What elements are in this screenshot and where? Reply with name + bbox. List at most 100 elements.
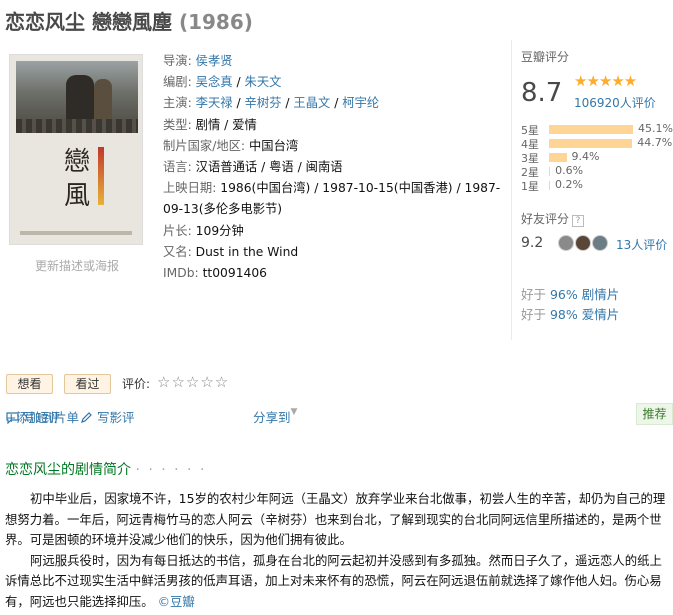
share-link[interactable]: 分享到 bbox=[253, 410, 291, 425]
dist-bar bbox=[549, 181, 550, 190]
aka-row: 又名: Dust in the Wind bbox=[163, 242, 503, 263]
better-pct: 96% bbox=[549, 287, 578, 302]
tools-row: 写短评 写影评 +添加到片单 分享到 ▼ bbox=[6, 407, 297, 426]
rating-count-link[interactable]: 106920人评价 bbox=[574, 94, 656, 111]
dist-bar bbox=[549, 139, 633, 148]
dist-pct: 44.7% bbox=[637, 136, 673, 149]
rating-score: 8.7 bbox=[521, 78, 563, 108]
dist-pct: 45.1% bbox=[638, 122, 673, 135]
country-value: 中国台湾 bbox=[249, 138, 299, 153]
friends-label-text: 好友评分 bbox=[521, 212, 570, 226]
dist-pct: 9.4% bbox=[571, 150, 600, 163]
dist-label: 1星 bbox=[521, 180, 539, 193]
release-label: 上映日期: bbox=[163, 181, 217, 196]
dist-pct: 0.6% bbox=[555, 164, 584, 177]
genre-value: 剧情 / 爱情 bbox=[195, 117, 257, 132]
aka-value: Dust in the Wind bbox=[195, 244, 299, 259]
page-title: 恋恋风尘 戀戀風塵 (1986) bbox=[5, 6, 253, 35]
summary-paragraph: 阿远服兵役时，因为有每日抵达的书信，孤身在台北的阿云起初并没感到有多孤独。然而日… bbox=[5, 551, 670, 613]
friends-score: 9.2 bbox=[521, 235, 544, 251]
douban-rating-label: 豆瓣评分 bbox=[521, 50, 570, 64]
write-review-link[interactable]: 写影评 bbox=[97, 410, 135, 425]
writer-link[interactable]: 吴念真 bbox=[196, 75, 233, 89]
genre-row: 类型: 剧情 / 爱情 bbox=[163, 115, 503, 136]
imdb-value[interactable]: tt0091406 bbox=[203, 266, 267, 280]
writer-row: 编剧: 吴念真 / 朱天文 bbox=[163, 75, 282, 90]
rating-stars: ★★★★★ bbox=[574, 72, 637, 90]
summary-paragraph-text: 阿远服兵役时，因为有每日抵达的书信，孤身在台北的阿云起初并没感到有多孤独。然而日… bbox=[5, 552, 662, 609]
director-row: 导演: 侯孝贤 bbox=[163, 51, 503, 72]
language-row: 语言: 汉语普通话 / 粤语 / 闽南语 bbox=[163, 157, 503, 178]
better-pct: 98% bbox=[549, 307, 578, 322]
friend-avatar[interactable] bbox=[592, 235, 608, 251]
movie-info: 导演: 侯孝贤 编剧: 吴念真 / 朱天文 主演: 李天禄 / 辛树芬 / 王晶… bbox=[163, 51, 503, 284]
cast-link[interactable]: 辛树芬 bbox=[245, 96, 282, 110]
poster-credits bbox=[20, 231, 132, 235]
writer-label: 编剧: bbox=[163, 75, 192, 90]
pencil-icon bbox=[81, 412, 92, 423]
poster-calligraphy: 戀風 bbox=[63, 147, 90, 211]
summary-dots: · · · · · · bbox=[135, 462, 207, 478]
cast-link[interactable]: 柯宇纶 bbox=[342, 96, 379, 110]
write-short-review[interactable]: 写短评 bbox=[6, 407, 61, 426]
movie-year: (1986) bbox=[178, 10, 253, 34]
friend-avatar[interactable] bbox=[558, 235, 574, 251]
recommend-button[interactable]: 推荐 bbox=[636, 403, 673, 425]
rate-stars-input[interactable]: ☆☆☆☆☆ bbox=[157, 373, 229, 391]
release-row: 上映日期: 1986(中国台湾) / 1987-10-15(中国香港) / 19… bbox=[163, 178, 503, 220]
director-link[interactable]: 侯孝贤 bbox=[196, 54, 233, 68]
runtime-label: 片长: bbox=[163, 223, 192, 238]
better-than-row: 好于 98% 爱情片 bbox=[521, 304, 619, 323]
copyright-link[interactable]: ©豆瓣 bbox=[158, 594, 195, 609]
better-than-row: 好于 96% 剧情片 bbox=[521, 284, 619, 303]
country-label: 制片国家/地区: bbox=[163, 138, 246, 153]
writer-link[interactable]: 朱天文 bbox=[245, 75, 282, 89]
director-label: 导演: bbox=[163, 54, 192, 68]
language-value: 汉语普通话 / 粤语 / 闽南语 bbox=[195, 160, 343, 175]
movie-poster[interactable]: 戀風 bbox=[9, 54, 143, 245]
poster-stripe bbox=[98, 147, 104, 205]
better-link[interactable]: 98% 爱情片 bbox=[550, 307, 619, 322]
country-row: 制片国家/地区: 中国台湾 bbox=[163, 136, 503, 157]
update-poster-link[interactable]: 更新描述或海报 bbox=[35, 257, 119, 274]
rate-label: 评价: bbox=[122, 377, 151, 391]
summary-heading: 恋恋风尘的剧情简介 · · · · · · bbox=[5, 459, 206, 479]
cast-label: 主演: bbox=[163, 96, 192, 111]
imdb-label: IMDb: bbox=[163, 266, 199, 281]
help-icon[interactable]: ? bbox=[572, 215, 585, 227]
dist-bar bbox=[549, 153, 567, 162]
summary-text: 初中毕业后，因家境不许，15岁的农村少年阿远（王晶文）放弃学业来台北做事，初尝人… bbox=[5, 489, 670, 612]
comment-icon bbox=[6, 412, 19, 424]
friends-rating-label: 好友评分? bbox=[521, 210, 585, 227]
share-menu[interactable]: 分享到 ▼ bbox=[253, 407, 297, 426]
better-prefix: 好于 bbox=[521, 307, 550, 322]
dist-bar bbox=[549, 167, 551, 176]
friend-avatar[interactable] bbox=[575, 235, 591, 251]
runtime-row: 片长: 109分钟 bbox=[163, 221, 503, 242]
poster-photo bbox=[16, 61, 138, 133]
caret-down-icon: ▼ bbox=[290, 407, 298, 417]
better-genre: 爱情片 bbox=[577, 307, 620, 322]
movie-title: 恋恋风尘 戀戀風塵 bbox=[5, 10, 172, 34]
write-review[interactable]: 写影评 bbox=[80, 407, 135, 426]
write-short-review-link[interactable]: 写短评 bbox=[23, 410, 61, 425]
better-prefix: 好于 bbox=[521, 287, 550, 302]
better-link[interactable]: 96% 剧情片 bbox=[550, 287, 619, 302]
language-label: 语言: bbox=[163, 160, 192, 175]
watched-button[interactable]: 看过 bbox=[64, 374, 111, 394]
aka-label: 又名: bbox=[163, 244, 192, 259]
imdb-row: IMDb: tt0091406 bbox=[163, 263, 503, 284]
better-genre: 剧情片 bbox=[577, 287, 620, 302]
want-to-watch-button[interactable]: 想看 bbox=[6, 374, 53, 394]
summary-title: 恋恋风尘的剧情简介 bbox=[5, 462, 131, 478]
cast-row: 主演: 李天禄 / 辛树芬 / 王晶文 / 柯宇纶 bbox=[163, 96, 380, 111]
runtime-value: 109分钟 bbox=[195, 223, 244, 238]
cast-link[interactable]: 李天禄 bbox=[196, 96, 233, 110]
friends-count-link[interactable]: 13人评价 bbox=[616, 236, 667, 253]
dist-bar bbox=[549, 125, 633, 134]
summary-paragraph: 初中毕业后，因家境不许，15岁的农村少年阿远（王晶文）放弃学业来台北做事，初尝人… bbox=[5, 491, 666, 547]
rating-panel: 豆瓣评分 8.7 ★★★★★ 106920人评价 5星 45.1% 4星 44.… bbox=[511, 40, 673, 340]
genre-label: 类型: bbox=[163, 117, 192, 132]
dist-pct: 0.2% bbox=[555, 178, 583, 191]
cast-link[interactable]: 王晶文 bbox=[293, 96, 330, 110]
